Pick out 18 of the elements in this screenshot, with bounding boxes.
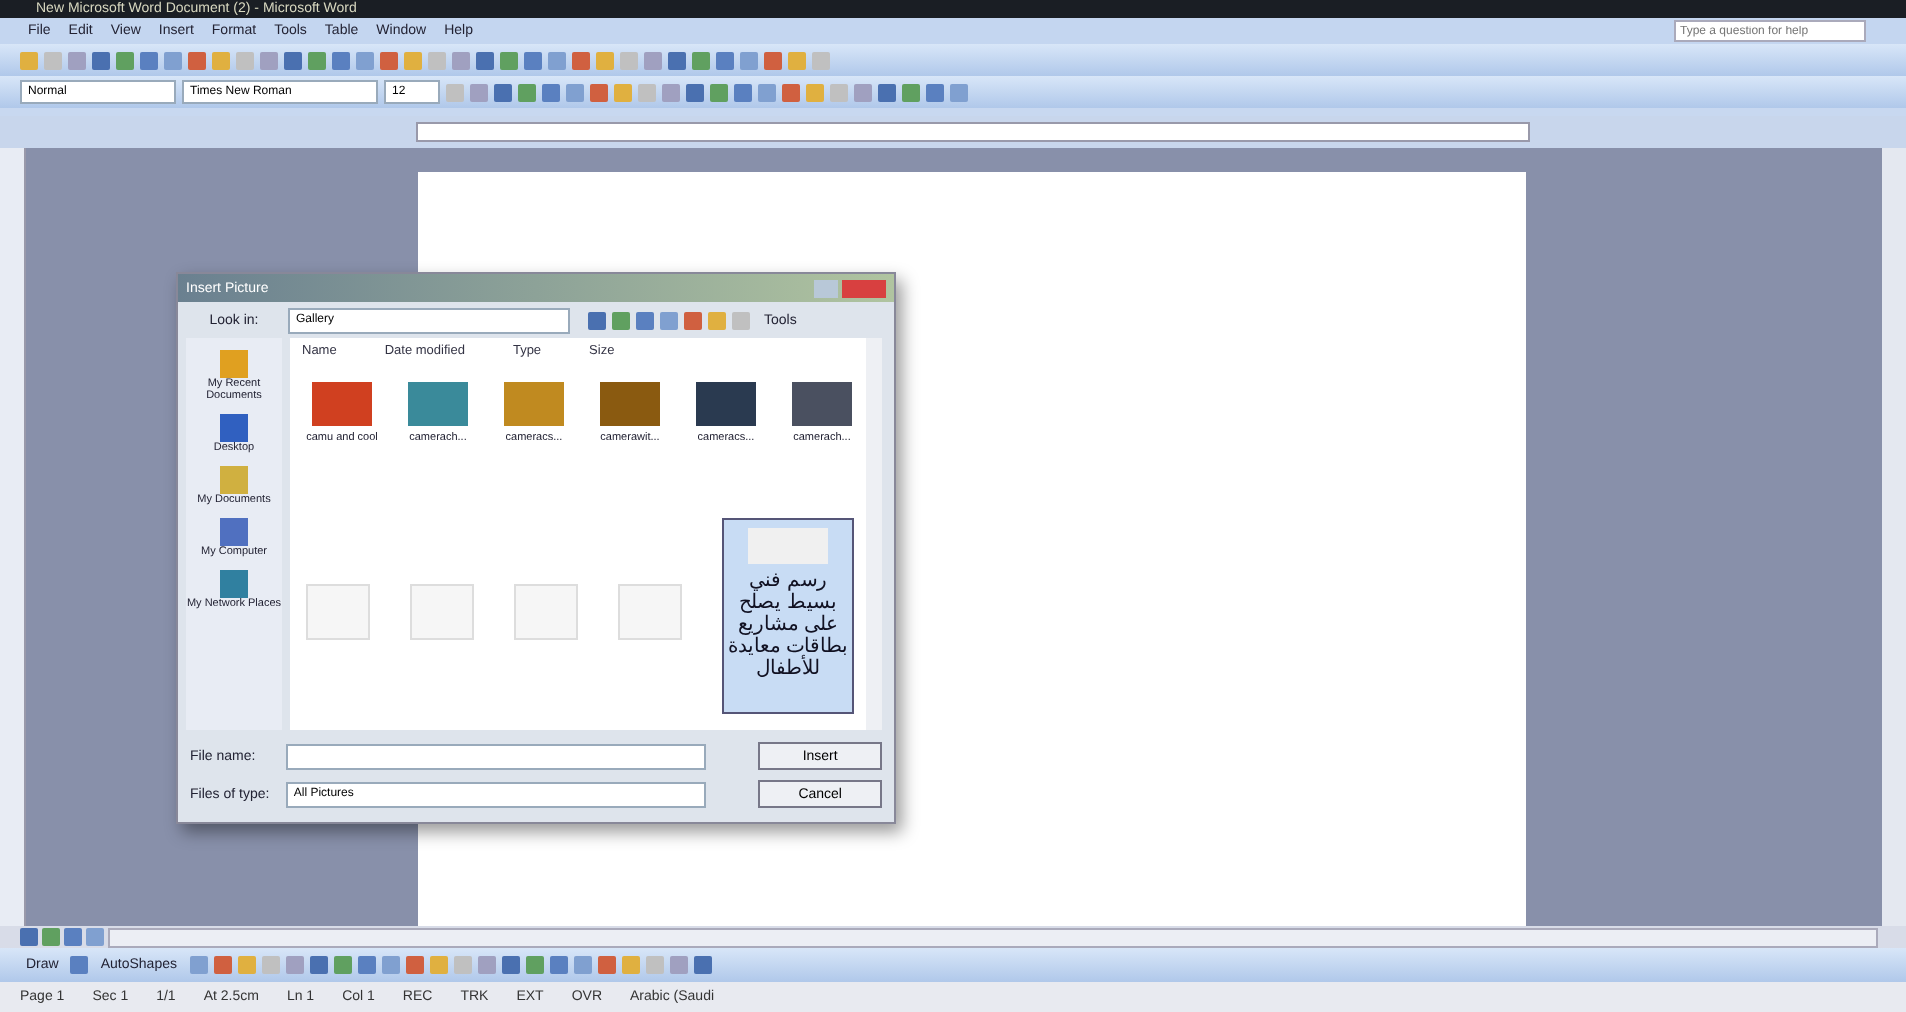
- picture-thumbnail[interactable]: [312, 382, 372, 426]
- picture-preview: [748, 528, 828, 564]
- vertical-scrollbar[interactable]: [1882, 148, 1906, 926]
- tooltip-text: رسم فني بسيط يصلح على مشاريع بطاقات معايدة للأطفال: [728, 570, 848, 680]
- picture-thumbnail[interactable]: [696, 382, 756, 426]
- picture-thumbnail[interactable]: [408, 382, 468, 426]
- file-name-field[interactable]: [285, 743, 707, 769]
- close-button[interactable]: [842, 279, 886, 297]
- picture-thumbnail[interactable]: [504, 382, 564, 426]
- picture-thumbnail[interactable]: [792, 382, 852, 426]
- picture-thumbnail[interactable]: [618, 584, 682, 640]
- horizontal-scrollbar[interactable]: [108, 927, 1878, 947]
- help-button[interactable]: [814, 279, 838, 297]
- picture-thumbnail[interactable]: [410, 584, 474, 640]
- picture-thumbnail[interactable]: [600, 382, 660, 426]
- picture-thumbnail[interactable]: [306, 584, 370, 640]
- vertical-scrollbar[interactable]: [866, 338, 882, 730]
- picture-thumbnail[interactable]: [514, 584, 578, 640]
